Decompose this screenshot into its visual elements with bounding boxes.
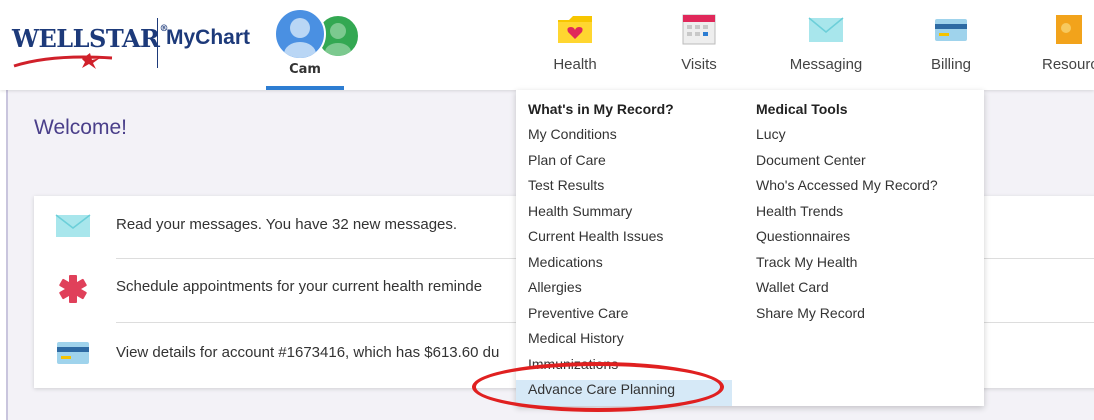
nav-label: Messaging (789, 56, 863, 73)
menu-heading: Medical Tools (756, 101, 848, 117)
nav-resources[interactable]: Resourc (1040, 12, 1094, 84)
menu-item-test-results[interactable]: Test Results (516, 176, 746, 202)
menu-column-record: What's in My Record? My Conditions Plan … (516, 100, 746, 406)
credit-card-icon (935, 19, 967, 41)
menu-item-current-health-issues[interactable]: Current Health Issues (516, 227, 746, 253)
active-user-name[interactable]: Cam (266, 62, 344, 77)
menu-item-preventive-care[interactable]: Preventive Care (516, 304, 746, 330)
menu-item-health-summary[interactable]: Health Summary (516, 202, 746, 228)
menu-item-document-center[interactable]: Document Center (744, 151, 980, 177)
menu-item-my-conditions[interactable]: My Conditions (516, 125, 746, 151)
nav-label: Health (553, 56, 597, 73)
menu-heading: What's in My Record? (528, 101, 674, 117)
envelope-icon (55, 214, 91, 237)
menu-item-allergies[interactable]: Allergies (516, 278, 746, 304)
left-stripe-accent (6, 90, 8, 420)
person-icon (284, 18, 316, 58)
calendar-icon (682, 14, 716, 45)
menu-item-share-my-record[interactable]: Share My Record (744, 304, 980, 330)
menu-column-tools: Medical Tools Lucy Document Center Who's… (744, 100, 980, 329)
nav-messaging[interactable]: Messaging (788, 12, 864, 84)
active-user-indicator (266, 86, 344, 90)
menu-item-health-trends[interactable]: Health Trends (744, 202, 980, 228)
menu-item-plan-of-care[interactable]: Plan of Care (516, 151, 746, 177)
notification-text[interactable]: Schedule appointments for your current h… (116, 278, 482, 295)
health-dropdown-menu: What's in My Record? My Conditions Plan … (516, 90, 984, 406)
menu-item-whos-accessed[interactable]: Who's Accessed My Record? (744, 176, 980, 202)
book-icon (1056, 15, 1082, 44)
menu-item-medications[interactable]: Medications (516, 253, 746, 279)
logo-swoosh-icon (13, 53, 113, 69)
mychart-wordmark: MyChart (166, 26, 251, 49)
nav-health[interactable]: Health (548, 12, 602, 84)
top-header: WELLSTAR® MyChart Cam Health Visits Mess… (0, 0, 1094, 90)
logo-divider (157, 18, 158, 68)
welcome-heading: Welcome! (34, 116, 127, 139)
medical-star-icon (59, 275, 87, 303)
menu-item-wallet-card[interactable]: Wallet Card (744, 278, 980, 304)
nav-visits[interactable]: Visits (676, 12, 722, 84)
envelope-icon (808, 17, 844, 42)
menu-item-lucy[interactable]: Lucy (744, 125, 980, 151)
notification-text[interactable]: Read your messages. You have 32 new mess… (116, 216, 457, 233)
credit-card-icon (57, 342, 89, 364)
menu-item-track-my-health[interactable]: Track My Health (744, 253, 980, 279)
nav-label: Visits (681, 56, 717, 73)
nav-label: Resourc (1042, 56, 1094, 73)
folder-heart-icon (558, 16, 592, 43)
wellstar-wordmark: WELLSTAR® (12, 24, 168, 53)
notification-text[interactable]: View details for account #1673416, which… (116, 344, 499, 361)
active-avatar[interactable] (274, 8, 326, 60)
menu-item-immunizations[interactable]: Immunizations (516, 355, 746, 381)
nav-label: Billing (930, 56, 972, 73)
nav-billing[interactable]: Billing (928, 12, 974, 84)
menu-item-advance-care-planning[interactable]: Advance Care Planning (516, 380, 732, 406)
menu-item-medical-history[interactable]: Medical History (516, 329, 746, 355)
account-switcher[interactable]: Cam (266, 8, 366, 90)
menu-item-questionnaires[interactable]: Questionnaires (744, 227, 980, 253)
